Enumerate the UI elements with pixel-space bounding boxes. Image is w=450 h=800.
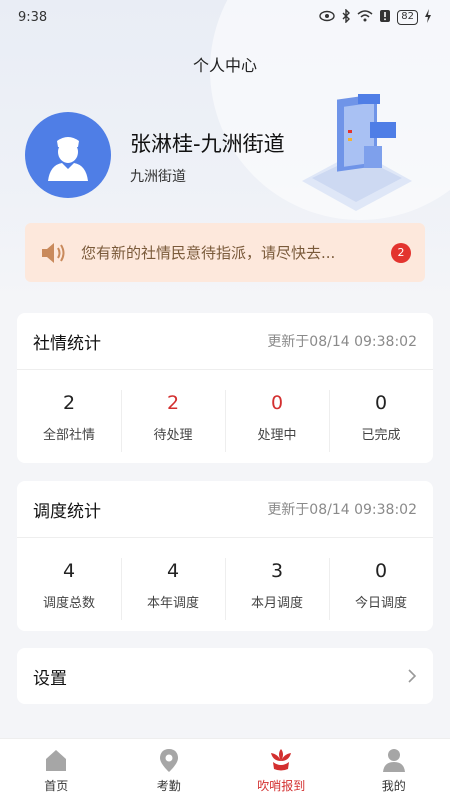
page-title: 个人中心 <box>192 56 257 75</box>
stat-value: 3 <box>270 560 284 582</box>
dispatch-stats-header: 调度统计 更新于08/14 09:38:02 <box>17 481 433 538</box>
notice-text: 您有新的社情民意待指派，请尽快去... <box>81 244 336 262</box>
stat-dispatch-total[interactable]: 4 调度总数 <box>17 558 121 611</box>
dispatch-stats-row: 4 调度总数 4 本年调度 3 本月调度 0 今日调度 <box>17 538 433 631</box>
stat-value: 2 <box>62 392 76 414</box>
stat-dispatch-month[interactable]: 3 本月调度 <box>225 558 329 620</box>
stat-processing[interactable]: 0 处理中 <box>225 390 329 452</box>
nav-home[interactable]: 首页 <box>0 739 113 800</box>
chevron-right-icon <box>408 669 417 683</box>
wifi-icon <box>357 9 373 25</box>
stat-label: 处理中 <box>257 428 297 443</box>
social-stats-title: 社情统计 <box>33 333 101 354</box>
stat-value: 0 <box>374 392 388 414</box>
speaker-icon <box>42 242 65 263</box>
dispatch-stats-updated: 更新于08/14 09:38:02 <box>267 502 417 518</box>
stat-value: 4 <box>62 560 76 582</box>
charging-icon <box>424 8 432 26</box>
stat-label: 本月调度 <box>250 596 303 611</box>
bottom-nav: 首页 考勤 吹哨报到 我的 <box>0 738 450 800</box>
stat-completed[interactable]: 0 已完成 <box>329 390 433 452</box>
stat-value: 4 <box>166 560 180 582</box>
stat-dispatch-today[interactable]: 0 今日调度 <box>329 558 433 620</box>
stat-value: 2 <box>166 392 180 414</box>
stat-value: 0 <box>270 392 284 414</box>
stat-all-social[interactable]: 2 全部社情 <box>17 390 121 443</box>
document-illustration-icon <box>302 94 412 211</box>
notice-count-badge: 2 <box>391 242 411 263</box>
status-time: 9:38 <box>18 9 48 25</box>
settings-label: 设置 <box>33 668 67 689</box>
social-stats-row: 2 全部社情 2 待处理 0 处理中 0 已完成 <box>17 370 433 463</box>
nav-whistle-report[interactable]: 吹哨报到 <box>225 739 338 800</box>
person-icon <box>382 749 405 772</box>
user-name: 张淋桂-九洲街道 <box>130 132 285 156</box>
settings-row[interactable]: 设置 <box>17 648 433 704</box>
nav-label: 首页 <box>44 779 69 793</box>
flower-icon <box>271 749 292 771</box>
notice-banner[interactable]: 您有新的社情民意待指派，请尽快去... 2 <box>25 223 425 282</box>
status-bar: 9:38 82 <box>0 0 450 34</box>
nav-attendance[interactable]: 考勤 <box>113 739 226 800</box>
stat-label: 待处理 <box>153 428 193 443</box>
stat-label: 本年调度 <box>146 596 199 611</box>
stat-dispatch-year[interactable]: 4 本年调度 <box>121 558 225 620</box>
stat-label: 已完成 <box>361 428 401 443</box>
user-organization: 九洲街道 <box>130 169 186 185</box>
nav-label: 我的 <box>381 779 406 793</box>
stat-label: 今日调度 <box>354 596 407 611</box>
home-icon <box>46 750 67 771</box>
nav-mine[interactable]: 我的 <box>338 739 450 800</box>
avatar[interactable] <box>25 112 111 198</box>
dispatch-stats-card: 调度统计 更新于08/14 09:38:02 4 调度总数 4 本年调度 3 本… <box>17 481 433 631</box>
stat-pending[interactable]: 2 待处理 <box>121 390 225 452</box>
status-icons: 82 <box>319 7 432 26</box>
stat-label: 全部社情 <box>42 428 95 443</box>
stat-value: 0 <box>374 560 388 582</box>
location-pin-icon <box>159 749 178 772</box>
alert-icon <box>379 9 391 26</box>
nav-label: 吹哨报到 <box>257 779 306 793</box>
user-silhouette-icon <box>48 137 88 181</box>
social-stats-header: 社情统计 更新于08/14 09:38:02 <box>17 313 433 370</box>
nav-label: 考勤 <box>156 779 181 793</box>
bluetooth-icon <box>341 7 351 26</box>
battery-indicator: 82 <box>397 9 418 25</box>
stat-label: 调度总数 <box>42 596 95 611</box>
eye-icon <box>319 10 335 25</box>
social-stats-updated: 更新于08/14 09:38:02 <box>267 334 417 350</box>
dispatch-stats-title: 调度统计 <box>33 501 101 522</box>
social-stats-card: 社情统计 更新于08/14 09:38:02 2 全部社情 2 待处理 0 处理… <box>17 313 433 463</box>
